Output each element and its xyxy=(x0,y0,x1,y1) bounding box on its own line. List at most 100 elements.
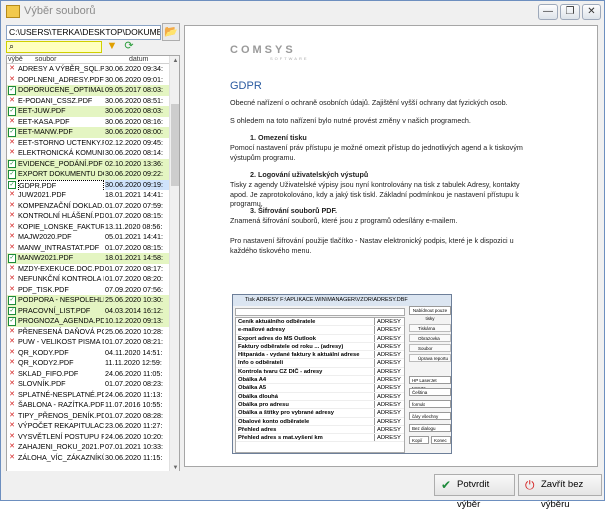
file-row[interactable]: ✕ PDF_TISK.PDF 07.09.2020 07:56: xyxy=(7,285,169,296)
file-row[interactable]: ✕ ZÁLOHA_VÍC_ZÁKAZNÍKŮ 30.06.2020 11:15: xyxy=(7,453,169,464)
check-icon[interactable]: ✓ xyxy=(8,296,16,305)
x-icon[interactable]: ✕ xyxy=(8,118,16,127)
check-icon[interactable]: ✓ xyxy=(8,180,16,189)
search-box[interactable]: ⌕ xyxy=(6,41,102,53)
x-icon[interactable]: ✕ xyxy=(8,265,16,274)
file-row[interactable]: ✕ DOPLNENI_ADRESY.PDF 30.06.2020 09:01: xyxy=(7,75,169,86)
file-row[interactable]: ✕ ŠABLONA - RAZÍTKA.PDF 11.07.2016 10:55: xyxy=(7,400,169,411)
file-row[interactable]: ✕ TIPY_PŘENOS_DENÍK.PDF 01.07.2020 08:28: xyxy=(7,411,169,422)
x-icon[interactable]: ✕ xyxy=(8,401,16,410)
x-icon[interactable]: ✕ xyxy=(8,139,16,148)
close-button[interactable]: ✕ xyxy=(582,4,601,20)
file-row[interactable]: ✕ MAJW2020.PDF 05.01.2021 14:41: xyxy=(7,232,169,243)
file-row[interactable]: ✕ KONTROLNÍ HLÁŠENÍ.PDF 01.07.2020 08:15: xyxy=(7,211,169,222)
file-row[interactable]: ✓ EET-MANW.PDF 30.06.2020 08:00: xyxy=(7,127,169,138)
x-icon[interactable]: ✕ xyxy=(8,191,16,200)
report-table: ADRESY xyxy=(374,318,404,326)
file-row[interactable]: ✓DOPORUCENE_OPTIMALIZACE09.05.2017 08:03… xyxy=(7,85,169,96)
check-icon[interactable]: ✓ xyxy=(8,306,16,315)
check-icon[interactable]: ✓ xyxy=(8,254,16,263)
file-date: 30.06.2020 08:03: xyxy=(105,106,163,115)
file-row[interactable]: ✕NEFUNKČNÍ KONTROLA DIČ01.07.2020 08:20: xyxy=(7,274,169,285)
file-row[interactable]: ✕VÝPOČET REKAPITULACE2123.06.2020 11:27: xyxy=(7,421,169,432)
x-icon[interactable]: ✕ xyxy=(8,412,16,421)
file-row[interactable]: ✓ EVIDENCE_PODÁNÍ.PDF 02.10.2020 13:36: xyxy=(7,158,169,169)
file-row[interactable]: ✕ MANW_INTRASTAT.PDF 01.07.2020 08:15: xyxy=(7,243,169,254)
file-row[interactable]: ✕ SLOVNÍK.PDF 01.07.2020 08:23: xyxy=(7,379,169,390)
x-icon[interactable]: ✕ xyxy=(8,212,16,221)
file-row[interactable]: ✕ PUW - VELIKOST PISMA DE 01.07.2020 08:21… xyxy=(7,337,169,348)
file-row[interactable]: ✕ELEKTRONICKÁ KOMUNIKACE30.06.2020 08:14… xyxy=(7,148,169,159)
file-row[interactable]: ✓PODPORA - NESPOLEHLIVÍ PL25.06.2020 10:… xyxy=(7,295,169,306)
file-row[interactable]: ✕ADRESY A VÝBĚR_SQL.PDF30.06.2020 09:34: xyxy=(7,64,169,75)
file-list[interactable]: výbě soubor datum ✕ADRESY A VÝBĚR_SQL.PD… xyxy=(6,55,180,474)
x-icon[interactable]: ✕ xyxy=(8,328,16,337)
check-icon[interactable]: ✓ xyxy=(8,317,16,326)
path-field[interactable]: C:\USERS\TERKA\DESKTOP\DOKUMENTY_TERKA\ xyxy=(6,25,161,40)
report-row: Obálka A4 ADRESY xyxy=(236,376,404,385)
x-icon[interactable]: ✕ xyxy=(8,233,16,242)
x-icon[interactable]: ✕ xyxy=(8,370,16,379)
file-row[interactable]: ✕ JUW2021.PDF 18.01.2021 14:41: xyxy=(7,190,169,201)
close-without-selection-button[interactable]: ⏻ Zavřít bez výběru xyxy=(518,474,602,510)
x-icon[interactable]: ✕ xyxy=(8,433,16,442)
file-row[interactable]: ✓ PROGNOZA_AGENDA.PDF 10.12.2020 09:13: xyxy=(7,316,169,327)
file-row[interactable]: ✕ MZDY-EXEKUCE.DOC.PDF 01.07.2020 08:17: xyxy=(7,264,169,275)
file-name: PŘENESENÁ DAŇOVÁ POVIN xyxy=(18,326,104,336)
minimize-button[interactable]: — xyxy=(538,4,558,20)
x-icon[interactable]: ✕ xyxy=(8,65,16,74)
nabidka-button: Nabídnout pouze tisky xyxy=(409,306,451,321)
x-icon[interactable]: ✕ xyxy=(8,244,16,253)
confirm-selection-button[interactable]: ✔ Potvrdit výběr xyxy=(434,474,515,510)
search-input[interactable] xyxy=(19,42,99,52)
column-date[interactable]: datum xyxy=(129,56,148,64)
column-select[interactable]: výbě xyxy=(8,56,23,64)
file-row[interactable]: ✕VYSVĚTLENÍ POSTUPU PRO24.06.2020 10:20: xyxy=(7,432,169,443)
file-row[interactable]: ✕ SPLATNÉ-NESPLATNÉ.PDF 24.06.2020 11:13: xyxy=(7,390,169,401)
x-icon[interactable]: ✕ xyxy=(8,76,16,85)
file-row[interactable]: ✓ PRACOVNÍ_LIST.PDF 04.03.2014 16:12: xyxy=(7,305,169,316)
check-icon[interactable]: ✓ xyxy=(8,86,16,95)
file-row[interactable]: ✕PŘENESENÁ DAŇOVÁ POVIN25.06.2020 10:28: xyxy=(7,327,169,338)
column-file[interactable]: soubor xyxy=(35,56,56,64)
open-folder-button[interactable]: 📂 xyxy=(162,23,180,41)
x-icon[interactable]: ✕ xyxy=(8,338,16,347)
file-row[interactable]: ✓ MANW2021.PDF 18.01.2021 14:58: xyxy=(7,253,169,264)
file-row[interactable]: ✕ EET-KASA.PDF 30.06.2020 08:16: xyxy=(7,117,169,128)
file-row[interactable]: ✕KOPIE_LONSKE_FAKTURY.PD13.11.2020 08:56… xyxy=(7,222,169,233)
file-row[interactable]: ✓ GDPR.PDF 30.06.2020 09:19: xyxy=(7,179,169,190)
check-icon[interactable]: ✓ xyxy=(8,170,16,179)
x-icon[interactable]: ✕ xyxy=(8,443,16,452)
x-icon[interactable]: ✕ xyxy=(8,286,16,295)
check-icon[interactable]: ✓ xyxy=(8,107,16,116)
x-icon[interactable]: ✕ xyxy=(8,223,16,232)
refresh-button[interactable]: ⟳ xyxy=(122,39,136,53)
file-row[interactable]: ✕EET-STORNO UCTENKY.PDF02.12.2020 09:45: xyxy=(7,138,169,149)
x-icon[interactable]: ✕ xyxy=(8,380,16,389)
x-icon[interactable]: ✕ xyxy=(8,149,16,158)
file-row[interactable]: ✕ SKLAD_FIFO.PDF 24.06.2020 11:05: xyxy=(7,369,169,380)
x-icon[interactable]: ✕ xyxy=(8,349,16,358)
x-icon[interactable]: ✕ xyxy=(8,275,16,284)
x-icon[interactable]: ✕ xyxy=(8,391,16,400)
file-row[interactable]: ✕ QR_KODY.PDF 04.11.2020 14:51: xyxy=(7,348,169,359)
logo-subtext: SOFTWARE xyxy=(270,56,309,61)
filter-button[interactable]: ▼ xyxy=(105,39,119,53)
file-row[interactable]: ✕ QR_KODY2.PDF 11.11.2020 12:59: xyxy=(7,358,169,369)
file-row[interactable]: ✓EXPORT DOKUMENTU DO RL30.06.2020 09:22: xyxy=(7,169,169,180)
x-icon[interactable]: ✕ xyxy=(8,422,16,431)
scroll-up-icon[interactable]: ▲ xyxy=(170,56,179,66)
check-icon[interactable]: ✓ xyxy=(8,128,16,137)
x-icon[interactable]: ✕ xyxy=(8,454,16,463)
check-icon[interactable]: ✓ xyxy=(8,159,16,168)
file-row[interactable]: ✕ E-PODANI_CSSZ.PDF 30.06.2020 08:51: xyxy=(7,96,169,107)
x-icon[interactable]: ✕ xyxy=(8,202,16,211)
scroll-thumb[interactable] xyxy=(171,104,179,186)
file-row[interactable]: ✓ EET-JUW.PDF 30.06.2020 08:03: xyxy=(7,106,169,117)
file-row[interactable]: ✕KOMPENZAČNÍ DOKLAD.DOC01.07.2020 07:59: xyxy=(7,201,169,212)
x-icon[interactable]: ✕ xyxy=(8,359,16,368)
x-icon[interactable]: ✕ xyxy=(8,97,16,106)
file-list-scrollbar[interactable]: ▲ ▼ xyxy=(169,56,179,473)
restore-button[interactable]: ❐ xyxy=(560,4,580,20)
file-row[interactable]: ✕ZAHAJENI_ROKU_2021.PDF07.01.2021 10:33: xyxy=(7,442,169,453)
